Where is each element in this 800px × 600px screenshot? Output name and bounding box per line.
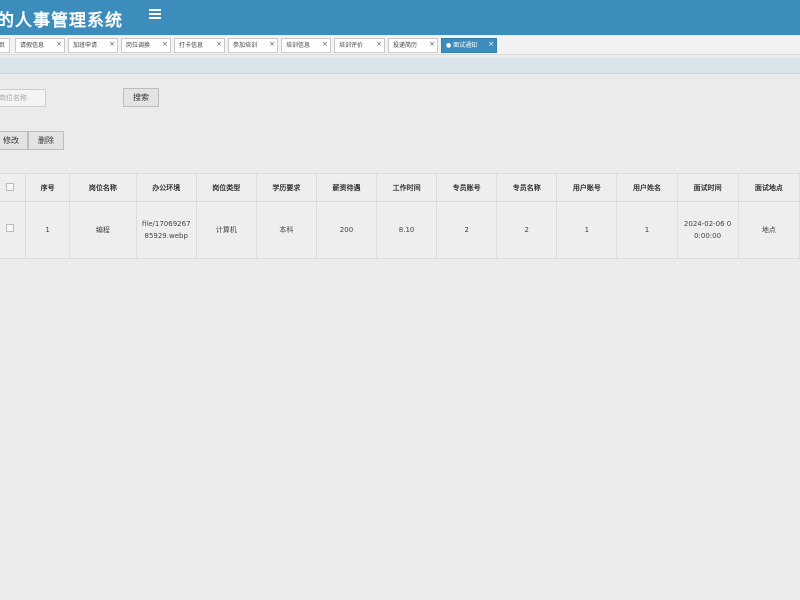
row-select-cell[interactable] bbox=[0, 201, 27, 259]
table-cell: 地点 bbox=[737, 201, 800, 259]
tab-label: 打卡信息 bbox=[179, 42, 204, 49]
tab-label: 培训评价 bbox=[339, 42, 364, 49]
tab-home[interactable]: 页 bbox=[0, 38, 10, 53]
table-cell: 计算机 bbox=[195, 201, 257, 259]
column-header: 专员账号 bbox=[436, 173, 498, 202]
close-icon[interactable]: × bbox=[269, 39, 275, 51]
tab-label: 岗位调换 bbox=[126, 42, 151, 49]
tab-training-info[interactable]: 培训信息 × bbox=[281, 38, 331, 53]
column-header: 面试时间 bbox=[676, 173, 739, 202]
tab-clock-in-info[interactable]: 打卡信息 × bbox=[174, 38, 225, 53]
delete-button[interactable]: 删除 bbox=[28, 131, 64, 150]
column-header: 用户姓名 bbox=[616, 173, 678, 202]
top-header: 的人事管理系统 bbox=[0, 0, 800, 35]
table-cell: 8.10 bbox=[376, 201, 438, 259]
tab-join-training[interactable]: 参加培训 × bbox=[228, 38, 278, 53]
column-header: 用户账号 bbox=[556, 173, 618, 202]
column-header: 薪资待遇 bbox=[315, 173, 378, 202]
tab-label: ● 面试通知 bbox=[446, 42, 478, 49]
position-name-search-input[interactable] bbox=[0, 89, 46, 107]
table-cell: 1 bbox=[556, 201, 618, 259]
tab-interview-notice[interactable]: ● 面试通知 × bbox=[441, 38, 497, 53]
breadcrumb-bar bbox=[0, 58, 800, 74]
table-cell: 本科 bbox=[255, 201, 317, 259]
interview-notice-table: 序号 岗位名称 办公环境 岗位类型 学历要求 薪资待遇 工作时间 专员账号 专员… bbox=[0, 173, 800, 259]
close-icon[interactable]: × bbox=[322, 39, 328, 51]
table-cell: 200 bbox=[315, 201, 378, 259]
close-icon[interactable]: × bbox=[216, 39, 222, 51]
column-header: 岗位名称 bbox=[69, 173, 137, 202]
app-title: 的人事管理系统 bbox=[0, 11, 123, 31]
select-all-column[interactable] bbox=[0, 173, 27, 202]
close-icon[interactable]: × bbox=[162, 39, 168, 51]
close-icon[interactable]: × bbox=[109, 39, 115, 51]
close-icon[interactable]: × bbox=[429, 39, 435, 51]
tab-label: 投递简历 bbox=[393, 42, 418, 49]
table-cell: 2024-02-06 00:00:00 bbox=[676, 201, 739, 259]
table-cell: 编程 bbox=[69, 201, 137, 259]
tab-bar: 页 请假信息 × 加班申请 × 岗位调换 × 打卡信息 × 参加培训 × 培训信… bbox=[0, 36, 800, 55]
search-button[interactable]: 搜索 bbox=[123, 88, 159, 107]
hamburger-icon[interactable] bbox=[149, 9, 161, 21]
tab-label: 请假信息 bbox=[20, 42, 45, 49]
table-cell: 2 bbox=[496, 201, 558, 259]
column-header: 序号 bbox=[25, 173, 71, 202]
select-all-checkbox[interactable] bbox=[6, 182, 15, 191]
column-header: 专员名称 bbox=[496, 173, 558, 202]
close-icon[interactable]: × bbox=[488, 39, 494, 51]
table-row[interactable]: 1 编程 file/1706926785929.webp 计算机 本科 200 … bbox=[0, 201, 800, 259]
column-header: 岗位类型 bbox=[195, 173, 257, 202]
table-cell: 1 bbox=[616, 201, 678, 259]
edit-button[interactable]: 修改 bbox=[0, 131, 28, 150]
table-cell: file/1706926785929.webp bbox=[135, 201, 197, 259]
column-header: 学历要求 bbox=[255, 173, 317, 202]
tab-position-transfer[interactable]: 岗位调换 × bbox=[121, 38, 171, 53]
close-icon[interactable]: × bbox=[376, 39, 382, 51]
tab-label: 参加培训 bbox=[233, 42, 258, 49]
column-header: 办公环境 bbox=[135, 173, 197, 202]
tab-label: 培训信息 bbox=[286, 42, 311, 49]
column-header: 工作时间 bbox=[376, 173, 438, 202]
tab-overtime-request[interactable]: 加班申请 × bbox=[68, 38, 118, 53]
table-cell: 2 bbox=[436, 201, 498, 259]
tab-submit-resume[interactable]: 投递简历 × bbox=[388, 38, 438, 53]
close-icon[interactable]: × bbox=[56, 39, 62, 51]
table-header-row: 序号 岗位名称 办公环境 岗位类型 学历要求 薪资待遇 工作时间 专员账号 专员… bbox=[0, 173, 800, 202]
column-header: 面试地点 bbox=[737, 173, 800, 202]
table-cell: 1 bbox=[25, 201, 71, 259]
tab-label: 加班申请 bbox=[73, 42, 98, 49]
tab-leave-info[interactable]: 请假信息 × bbox=[15, 38, 65, 53]
tab-label: 页 bbox=[0, 42, 5, 49]
row-checkbox[interactable] bbox=[6, 224, 15, 232]
tab-training-review[interactable]: 培训评价 × bbox=[334, 38, 385, 53]
